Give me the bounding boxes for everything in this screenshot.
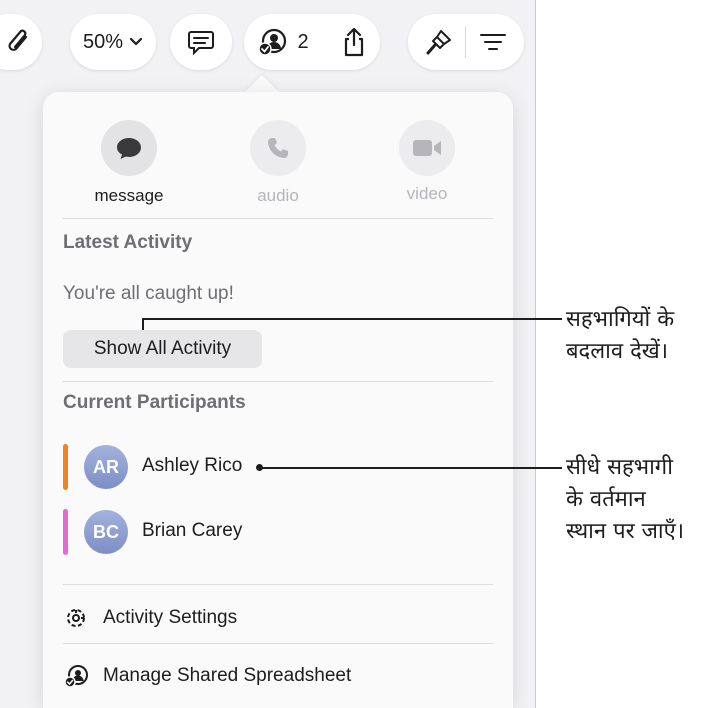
menu-item-label: Activity Settings bbox=[103, 607, 238, 628]
chevron-down-icon bbox=[129, 37, 143, 47]
audio-button[interactable]: audio bbox=[233, 120, 323, 206]
current-participants-heading: Current Participants bbox=[63, 392, 246, 413]
paperclip-icon bbox=[6, 27, 32, 57]
participant-row[interactable]: BC Brian Carey bbox=[63, 509, 323, 555]
activity-settings-icon bbox=[63, 605, 89, 631]
menu-item-label: Manage Shared Spreadsheet bbox=[103, 665, 352, 686]
format-brush-icon[interactable] bbox=[424, 27, 454, 57]
participant-color-bar bbox=[63, 444, 68, 490]
collaboration-popover: message audio video Latest Activity You'… bbox=[43, 92, 513, 708]
comment-icon bbox=[186, 28, 216, 56]
callout-view-changes: सहभागियों के बदलाव देखें। bbox=[566, 307, 675, 364]
show-all-activity-button[interactable]: Show All Activity bbox=[63, 330, 262, 368]
participant-name: Ashley Rico bbox=[142, 455, 243, 476]
participant-color-bar bbox=[63, 509, 68, 555]
video-label: video bbox=[406, 184, 448, 203]
toolbar-divider bbox=[465, 26, 466, 58]
avatar: AR bbox=[84, 445, 128, 489]
divider bbox=[63, 584, 493, 585]
manage-shared-spreadsheet-item[interactable]: Manage Shared Spreadsheet bbox=[63, 658, 493, 694]
collaborate-button[interactable]: 2 bbox=[244, 14, 380, 70]
latest-activity-heading: Latest Activity bbox=[63, 232, 193, 253]
divider bbox=[63, 643, 493, 644]
manage-collaboration-icon bbox=[63, 663, 89, 689]
avatar: BC bbox=[84, 510, 128, 554]
callout-jump-to-participant: सीधे सहभागी के वर्तमान स्थान पर जाएँ। bbox=[566, 455, 685, 544]
zoom-button[interactable]: 50% bbox=[70, 14, 156, 70]
callout-leader bbox=[260, 467, 562, 469]
share-icon[interactable] bbox=[341, 26, 367, 58]
app-window: 50% 2 message audio video Latest Activit… bbox=[0, 0, 536, 708]
attach-button[interactable] bbox=[0, 14, 42, 70]
audio-label: audio bbox=[257, 186, 299, 205]
organize-icon[interactable] bbox=[480, 32, 506, 52]
video-button[interactable]: video bbox=[382, 120, 472, 204]
collaborator-count: 2 bbox=[297, 30, 309, 53]
phone-icon bbox=[250, 120, 306, 176]
callout-leader bbox=[142, 318, 562, 320]
divider bbox=[63, 381, 493, 382]
collaboration-icon bbox=[257, 27, 287, 57]
message-label: message bbox=[94, 186, 164, 205]
message-button[interactable]: message bbox=[84, 120, 174, 206]
activity-settings-item[interactable]: Activity Settings bbox=[63, 600, 493, 636]
divider bbox=[63, 218, 493, 219]
video-camera-icon bbox=[399, 120, 455, 176]
comment-button[interactable] bbox=[170, 14, 232, 70]
activity-status-text: You're all caught up! bbox=[63, 283, 234, 304]
format-organize-group bbox=[408, 14, 524, 70]
message-bubble-icon bbox=[101, 120, 157, 176]
zoom-label: 50% bbox=[82, 30, 124, 53]
participant-name: Brian Carey bbox=[142, 520, 243, 541]
